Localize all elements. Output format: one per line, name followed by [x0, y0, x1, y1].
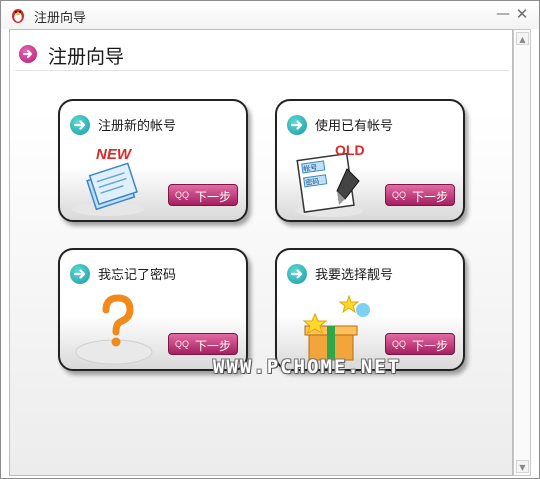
arrow-right-circle-icon	[70, 115, 90, 135]
qq-icon: QQ	[392, 339, 407, 349]
arrow-right-circle-icon	[70, 264, 90, 284]
vertical-scrollbar[interactable]: ▲ ▼	[513, 29, 531, 476]
scroll-up-arrow[interactable]: ▲	[516, 32, 529, 45]
card-label: 我忘记了密码	[98, 268, 177, 283]
forgot-password-card[interactable]: 我忘记了密码 QQ 下一步	[58, 248, 248, 371]
arrow-right-circle-icon	[19, 45, 37, 63]
qq-icon: QQ	[175, 339, 190, 349]
qq-icon: QQ	[392, 190, 407, 200]
next-button-label: 下一步	[195, 190, 232, 204]
qq-icon: QQ	[175, 190, 190, 200]
window-title: 注册向导	[34, 11, 87, 26]
arrow-right-circle-icon	[287, 115, 307, 135]
next-button[interactable]: QQ 下一步	[168, 333, 238, 355]
watermark: WWW.PCHOME.NET	[213, 356, 402, 378]
qq-penguin-icon	[12, 9, 24, 23]
old-account-illustration: 帐号 密码 OLD	[295, 142, 365, 217]
old-art-text: OLD	[335, 142, 365, 158]
next-button[interactable]: QQ 下一步	[385, 184, 455, 206]
next-button[interactable]: QQ 下一步	[168, 184, 238, 206]
card-label: 我要选择靓号	[315, 268, 394, 283]
arrow-right-circle-icon	[287, 264, 307, 284]
new-document-illustration: NEW	[72, 146, 144, 216]
next-button-label: 下一步	[195, 339, 232, 353]
page-title: 注册向导	[48, 46, 125, 68]
card-label: 注册新的帐号	[98, 119, 177, 134]
card-label: 使用已有帐号	[315, 119, 394, 134]
choose-premium-number-card[interactable]: 我要选择靓号 QQ 下一步	[275, 248, 465, 371]
question-mark-illustration	[75, 294, 153, 365]
next-button-label: 下一步	[412, 190, 449, 204]
minimize-button[interactable]: —	[495, 5, 511, 23]
register-new-account-card[interactable]: 注册新的帐号 NEW QQ 下一步	[58, 99, 248, 222]
title-bar[interactable]: 注册向导 — ✕	[1, 1, 539, 29]
use-existing-account-card[interactable]: 使用已有帐号 帐号 密码 OLD QQ 下一步	[275, 99, 465, 222]
scroll-down-arrow[interactable]: ▼	[516, 460, 529, 473]
close-button[interactable]: ✕	[513, 5, 531, 23]
new-art-text: NEW	[96, 146, 133, 163]
wizard-window: 注册向导 — ✕ ▲ ▼ 注册向导 注册新的帐号 NEW QQ 下一步 使用已有…	[0, 0, 540, 479]
next-button-label: 下一步	[412, 339, 449, 353]
next-button[interactable]: QQ 下一步	[385, 333, 455, 355]
header-divider	[15, 70, 509, 71]
